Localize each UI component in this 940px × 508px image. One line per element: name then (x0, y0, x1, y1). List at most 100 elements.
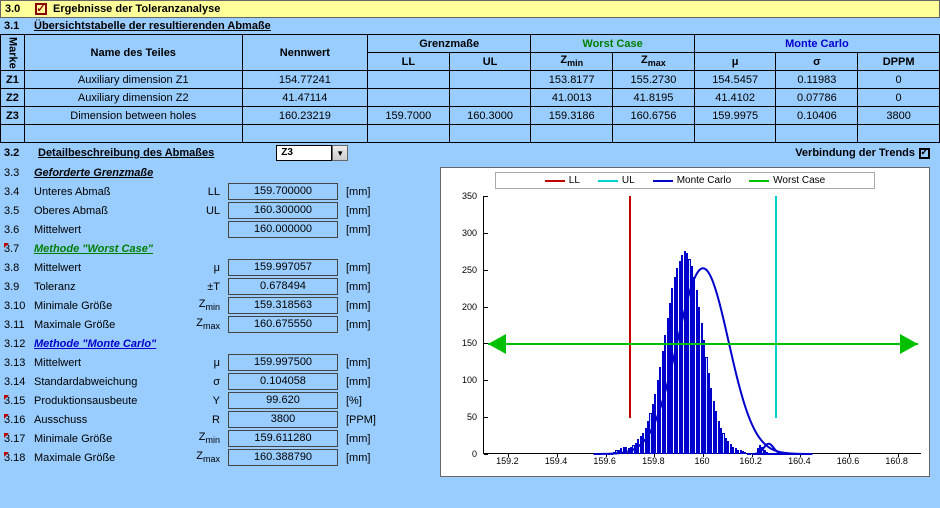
value-field[interactable]: 160.000000 (228, 221, 338, 238)
row-ll: 159.7000 (367, 107, 449, 125)
trend-connect-label: Verbindung der Trends ✓ (789, 145, 936, 161)
section-label: Methode "Worst Case" (34, 243, 153, 255)
detail-row: 3.6 Mittelwert 160.000000 [mm] (0, 220, 440, 239)
detail-row: 3.17 Minimale Größe Zmin 159.611280 [mm] (0, 429, 440, 448)
row-mu: 41.4102 (694, 89, 776, 107)
row-zmax: 41.8195 (613, 89, 695, 107)
col-dppm: DPPM (858, 53, 940, 71)
value-field[interactable]: 159.997500 (228, 354, 338, 371)
row-num: 3.7 (4, 243, 34, 255)
row-marke: Z2 (1, 89, 25, 107)
value-field[interactable]: 99.620 (228, 392, 338, 409)
chart-legend: LL UL Monte Carlo Worst Case (495, 172, 875, 189)
row-ll (367, 71, 449, 89)
col-mu: μ (694, 53, 776, 71)
detail-row: 3.10 Minimale Größe Zmin 159.318563 [mm] (0, 296, 440, 315)
row-marke: Z3 (1, 107, 25, 125)
col-zmin: Zmin (531, 53, 613, 71)
table-row-empty (1, 125, 940, 143)
value-field[interactable]: 160.675550 (228, 316, 338, 333)
row-ll (367, 89, 449, 107)
value-field[interactable]: 160.388790 (228, 449, 338, 466)
detail-row: 3.8 Mittelwert μ 159.997057 [mm] (0, 258, 440, 277)
row-zmax: 160.6756 (613, 107, 695, 125)
col-nennwert: Nennwert (242, 35, 367, 71)
detail-row: 3.16 Ausschuss R 3800 [PPM] (0, 410, 440, 429)
table-row: Z2 Auxiliary dimension Z2 41.47114 41.00… (1, 89, 940, 107)
row-zmin: 41.0013 (531, 89, 613, 107)
row-sigma: 0.10406 (776, 107, 858, 125)
col-grenzmasse: Grenzmaße (367, 35, 530, 53)
value-field[interactable]: 159.611280 (228, 430, 338, 447)
checkbox-icon[interactable]: ✓ (35, 3, 47, 15)
section-num: 3.2 (4, 147, 34, 159)
row-ul: 160.3000 (449, 107, 531, 125)
value-field[interactable]: 0.678494 (228, 278, 338, 295)
row-dppm: 0 (858, 71, 940, 89)
section-title: Übersichtstabelle der resultierenden Abm… (34, 20, 271, 32)
row-mu: 159.9975 (694, 107, 776, 125)
row-zmin: 159.3186 (531, 107, 613, 125)
row-dppm: 0 (858, 89, 940, 107)
section-label: Methode "Monte Carlo" (34, 338, 156, 350)
row-ul (449, 71, 531, 89)
dimension-dropdown[interactable]: Z3 ▼ (276, 145, 348, 161)
chart-plot-area (483, 196, 921, 454)
checkbox-icon[interactable]: ✓ (919, 148, 930, 159)
row-ul (449, 89, 531, 107)
row-sigma: 0.11983 (776, 71, 858, 89)
row-num: 3.12 (4, 338, 34, 350)
detail-row: 3.13 Mittelwert μ 159.997500 [mm] (0, 353, 440, 372)
detail-header: 3.2 Detailbeschreibung des Abmaßes Z3 ▼ … (0, 143, 940, 163)
row-mu: 154.5457 (694, 71, 776, 89)
row-zmin: 153.8177 (531, 71, 613, 89)
row-dppm: 3800 (858, 107, 940, 125)
value-field[interactable]: 160.300000 (228, 202, 338, 219)
chevron-down-icon[interactable]: ▼ (332, 145, 348, 161)
value-field[interactable]: 159.700000 (228, 183, 338, 200)
value-field[interactable]: 159.318563 (228, 297, 338, 314)
col-ul: UL (449, 53, 531, 71)
detail-row: 3.18 Maximale Größe Zmax 160.388790 [mm] (0, 448, 440, 467)
detail-row: 3.4 Unteres Abmaß LL 159.700000 [mm] (0, 182, 440, 201)
col-sigma: σ (776, 53, 858, 71)
section-num: 3.1 (4, 20, 28, 32)
x-axis-ticks: 159.2159.4159.6159.8160160.2160.4160.616… (483, 454, 919, 472)
col-worstcase: Worst Case (531, 35, 694, 53)
section-header-3.1: 3.1 Übersichtstabelle der resultierenden… (0, 18, 940, 34)
row-zmax: 155.2730 (613, 71, 695, 89)
detail-row: 3.5 Oberes Abmaß UL 160.300000 [mm] (0, 201, 440, 220)
row-nenn: 154.77241 (242, 71, 367, 89)
row-nenn: 41.47114 (242, 89, 367, 107)
value-field[interactable]: 159.997057 (228, 259, 338, 276)
value-field[interactable]: 3800 (228, 411, 338, 428)
section-label: Geforderte Grenzmaße (34, 167, 153, 179)
row-sigma: 0.07786 (776, 89, 858, 107)
row-nenn: 160.23219 (242, 107, 367, 125)
detail-row: 3.14 Standardabweichung σ 0.104058 [mm] (0, 372, 440, 391)
y-axis-ticks: 050100150200250300350 (441, 196, 481, 452)
results-table: Marke Name des Teiles Nennwert Grenzmaße… (0, 34, 940, 143)
dropdown-value[interactable]: Z3 (276, 145, 332, 161)
col-marke: Marke (1, 35, 25, 71)
section-title: Ergebnisse der Toleranzanalyse (53, 3, 220, 15)
row-name: Auxiliary dimension Z1 (24, 71, 242, 89)
section-header-3.0: 3.0 ✓ Ergebnisse der Toleranzanalyse (0, 0, 940, 18)
col-montecarlo: Monte Carlo (694, 35, 939, 53)
detail-left-panel: 3.3 Geforderte Grenzmaße 3.4 Unteres Abm… (0, 163, 440, 467)
table-row: Z3 Dimension between holes 160.23219 159… (1, 107, 940, 125)
col-name: Name des Teiles (24, 35, 242, 71)
col-zmax: Zmax (613, 53, 695, 71)
col-ll: LL (367, 53, 449, 71)
detail-row: 3.15 Produktionsausbeute Y 99.620 [%] (0, 391, 440, 410)
section-num: 3.0 (5, 3, 29, 15)
row-name: Dimension between holes (24, 107, 242, 125)
table-row: Z1 Auxiliary dimension Z1 154.77241 153.… (1, 71, 940, 89)
row-num: 3.3 (4, 167, 34, 179)
row-name: Auxiliary dimension Z2 (24, 89, 242, 107)
histogram-chart: LL UL Monte Carlo Worst Case 05010015020… (440, 167, 930, 477)
value-field[interactable]: 0.104058 (228, 373, 338, 390)
detail-row: 3.9 Toleranz ±T 0.678494 [mm] (0, 277, 440, 296)
section-title: Detailbeschreibung des Abmaßes (38, 147, 214, 159)
row-marke: Z1 (1, 71, 25, 89)
